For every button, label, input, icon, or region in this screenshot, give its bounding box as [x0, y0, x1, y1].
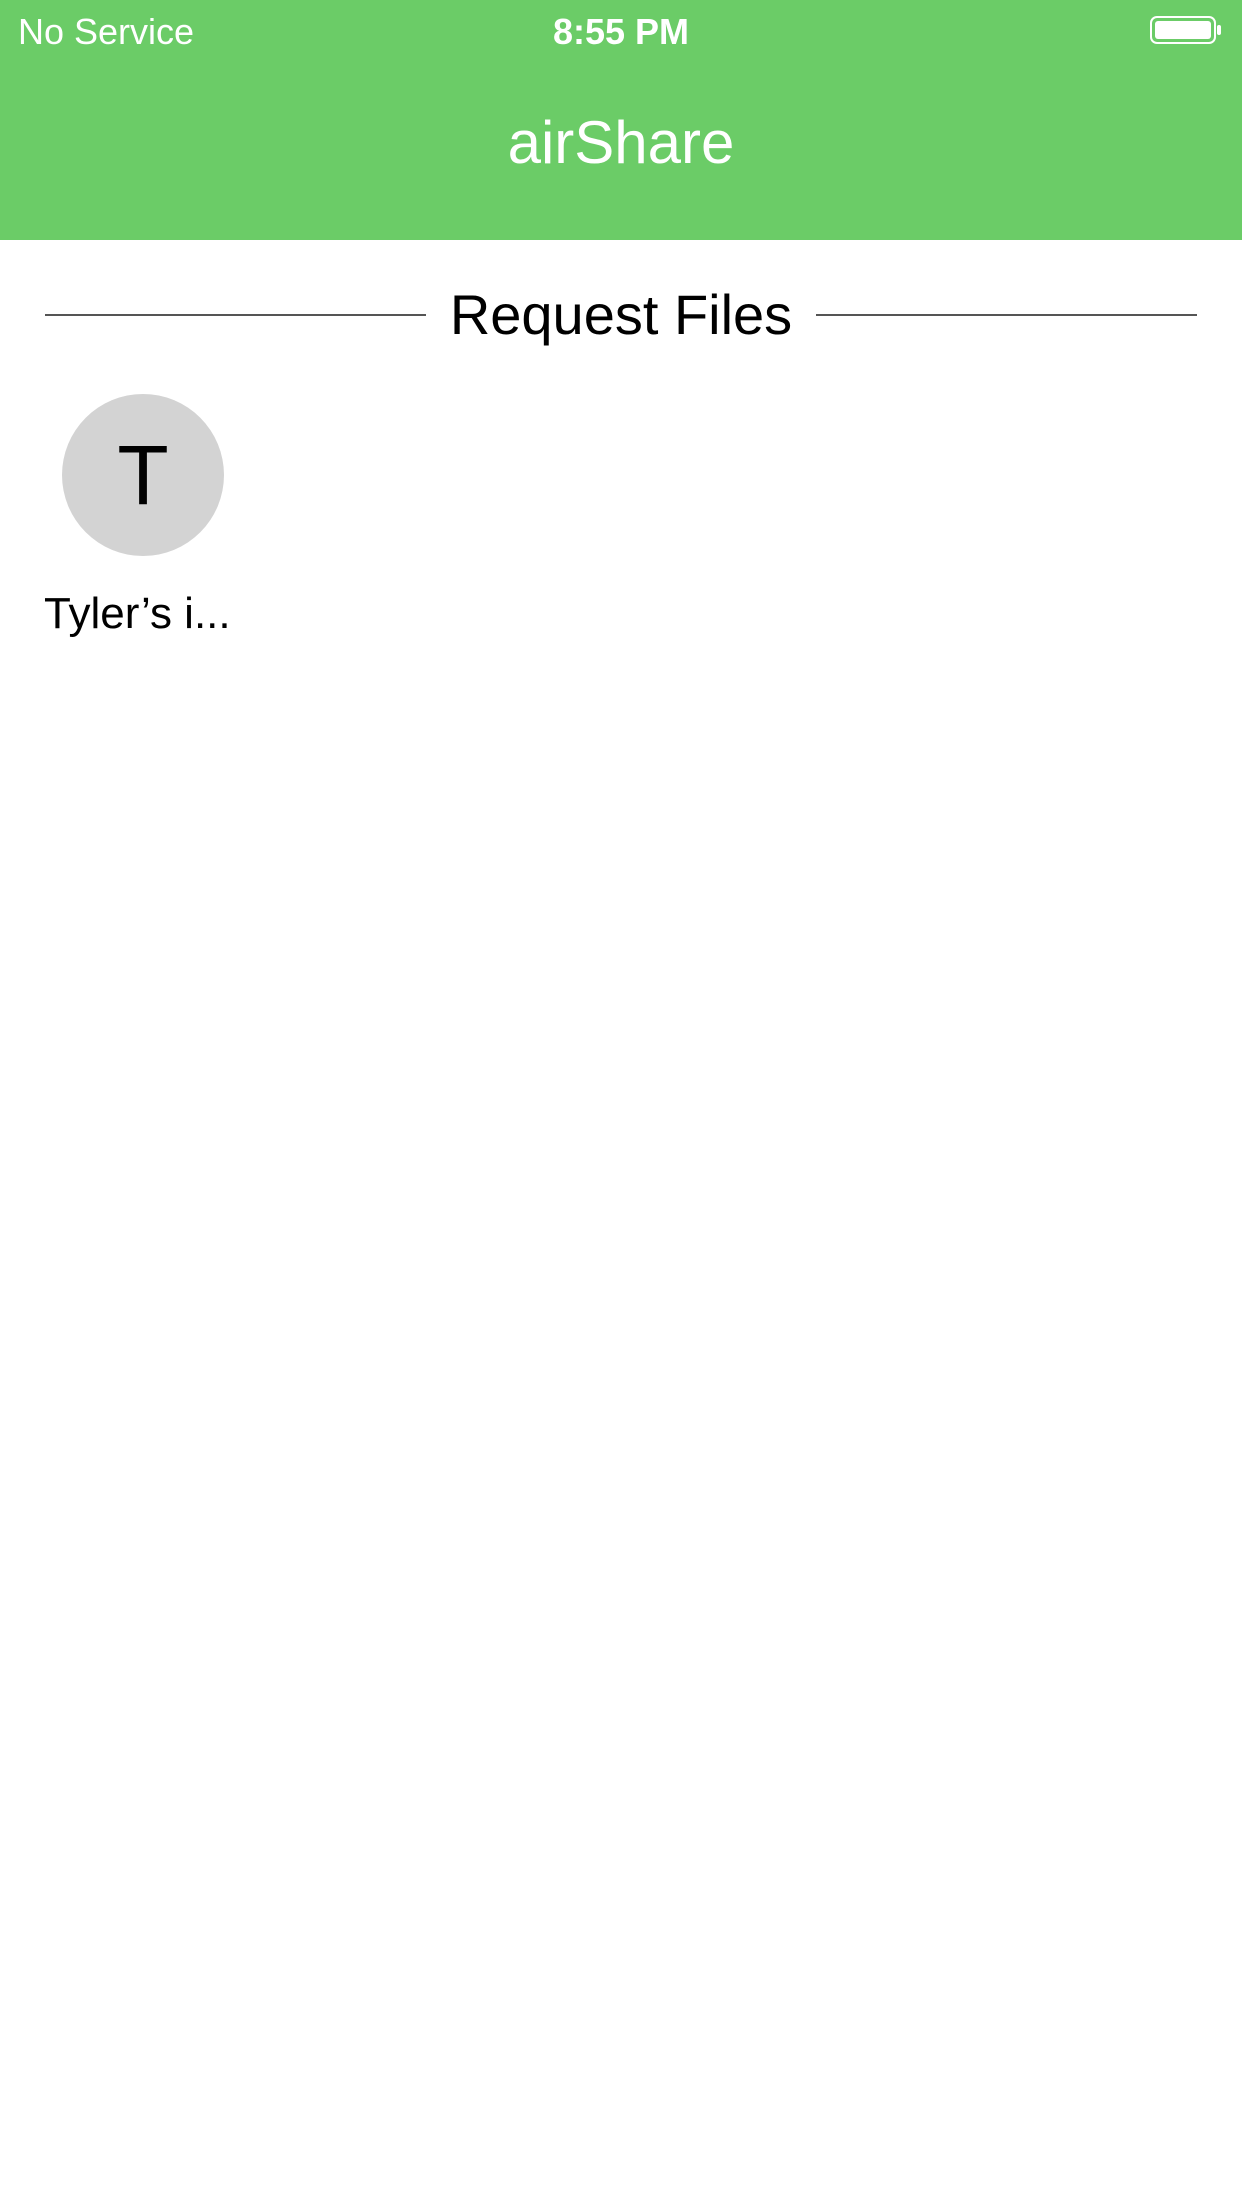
navigation-bar: No Service 8:55 PM airShare — [0, 0, 1242, 240]
status-time: 8:55 PM — [552, 11, 690, 52]
divider-left — [45, 314, 426, 316]
battery-full-icon — [1150, 16, 1221, 44]
device-name[interactable]: Tyler’s i... — [44, 586, 250, 642]
section-title: Request Files — [436, 280, 806, 350]
device-item[interactable]: T Tyler’s i... — [40, 390, 250, 650]
app-title: airShare — [507, 109, 735, 176]
divider-right — [816, 314, 1197, 316]
section-header: Request Files — [45, 280, 1197, 350]
avatar[interactable]: T — [62, 394, 224, 556]
app-screen: No Service 8:55 PM airShare Request File… — [0, 0, 1242, 2208]
